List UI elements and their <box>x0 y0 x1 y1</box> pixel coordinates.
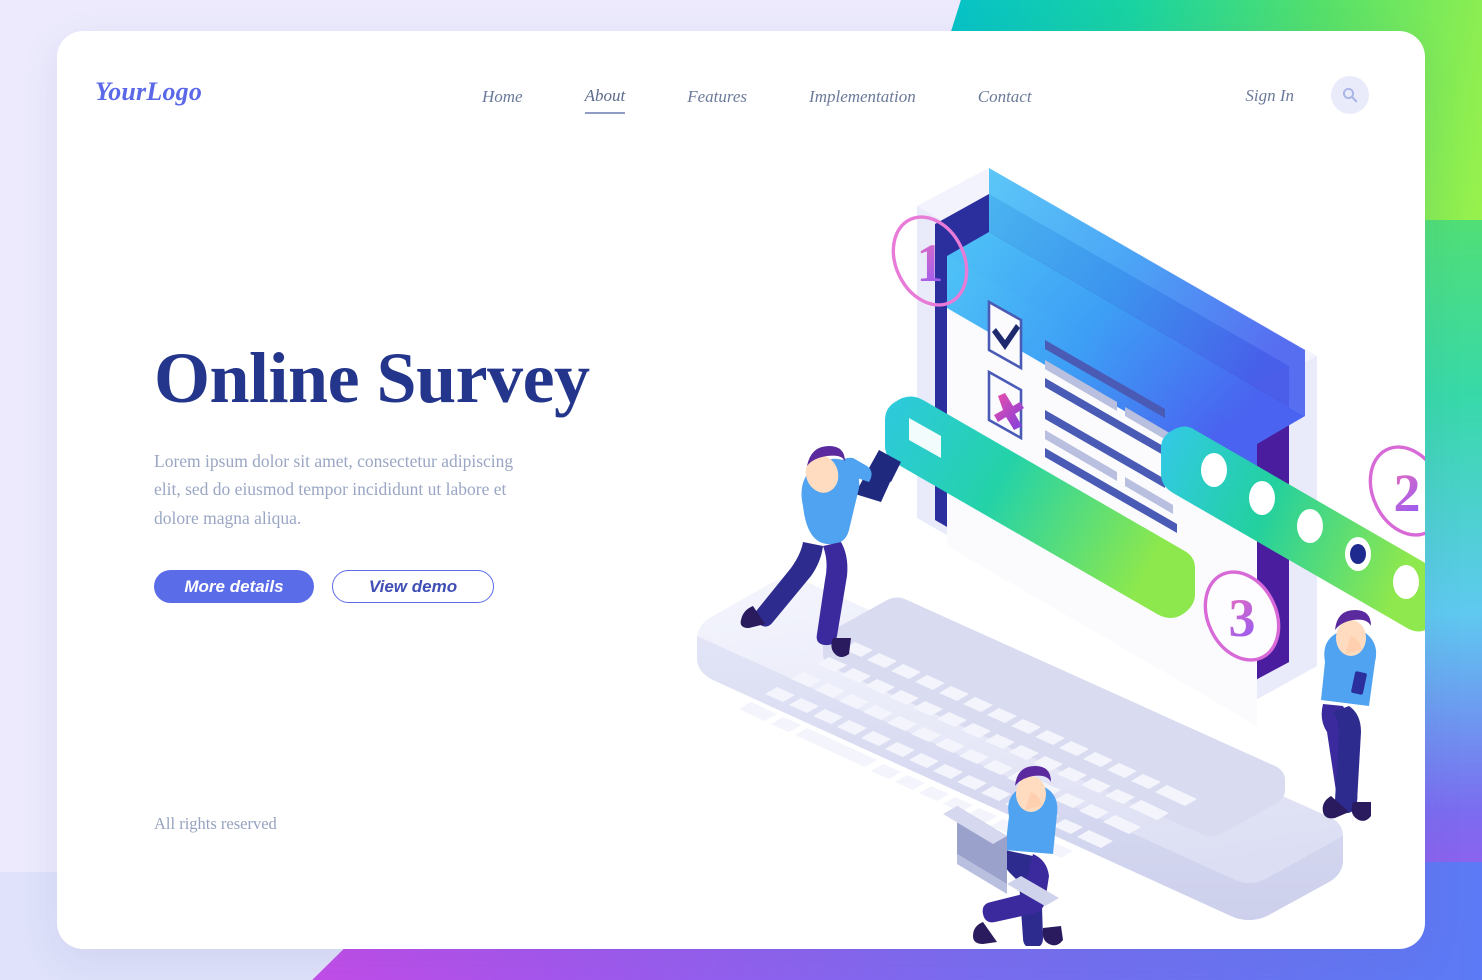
hero-subtitle: Lorem ipsum dolor sit amet, consectetur … <box>154 450 514 528</box>
more-details-button[interactable]: More details <box>154 570 314 604</box>
hero-illustration: 1 2 3 <box>617 106 1425 946</box>
step-dot-3 <box>1297 509 1323 543</box>
step-dot-4-active <box>1350 544 1366 564</box>
step-dot-1 <box>1201 453 1227 487</box>
copyright-text: All rights reserved <box>154 814 277 833</box>
sign-in-link[interactable]: Sign In <box>1245 86 1294 106</box>
view-demo-button[interactable]: View demo <box>332 570 494 604</box>
landing-page-card: YourLogo Home About Features Implementat… <box>57 31 1425 949</box>
step-badge-3-number: 3 <box>1229 588 1256 648</box>
step-badge-1-number: 1 <box>917 233 944 293</box>
person-leaning-with-phone <box>1321 610 1377 821</box>
nav-item-home[interactable]: Home <box>482 84 523 113</box>
step-dot-2 <box>1249 481 1275 515</box>
brand-logo[interactable]: YourLogo <box>95 77 202 107</box>
step-badge-2-number: 2 <box>1394 463 1421 523</box>
search-icon <box>1342 87 1358 103</box>
isometric-laptop-illustration: 1 2 3 <box>697 168 1425 946</box>
step-dot-5 <box>1393 565 1419 599</box>
